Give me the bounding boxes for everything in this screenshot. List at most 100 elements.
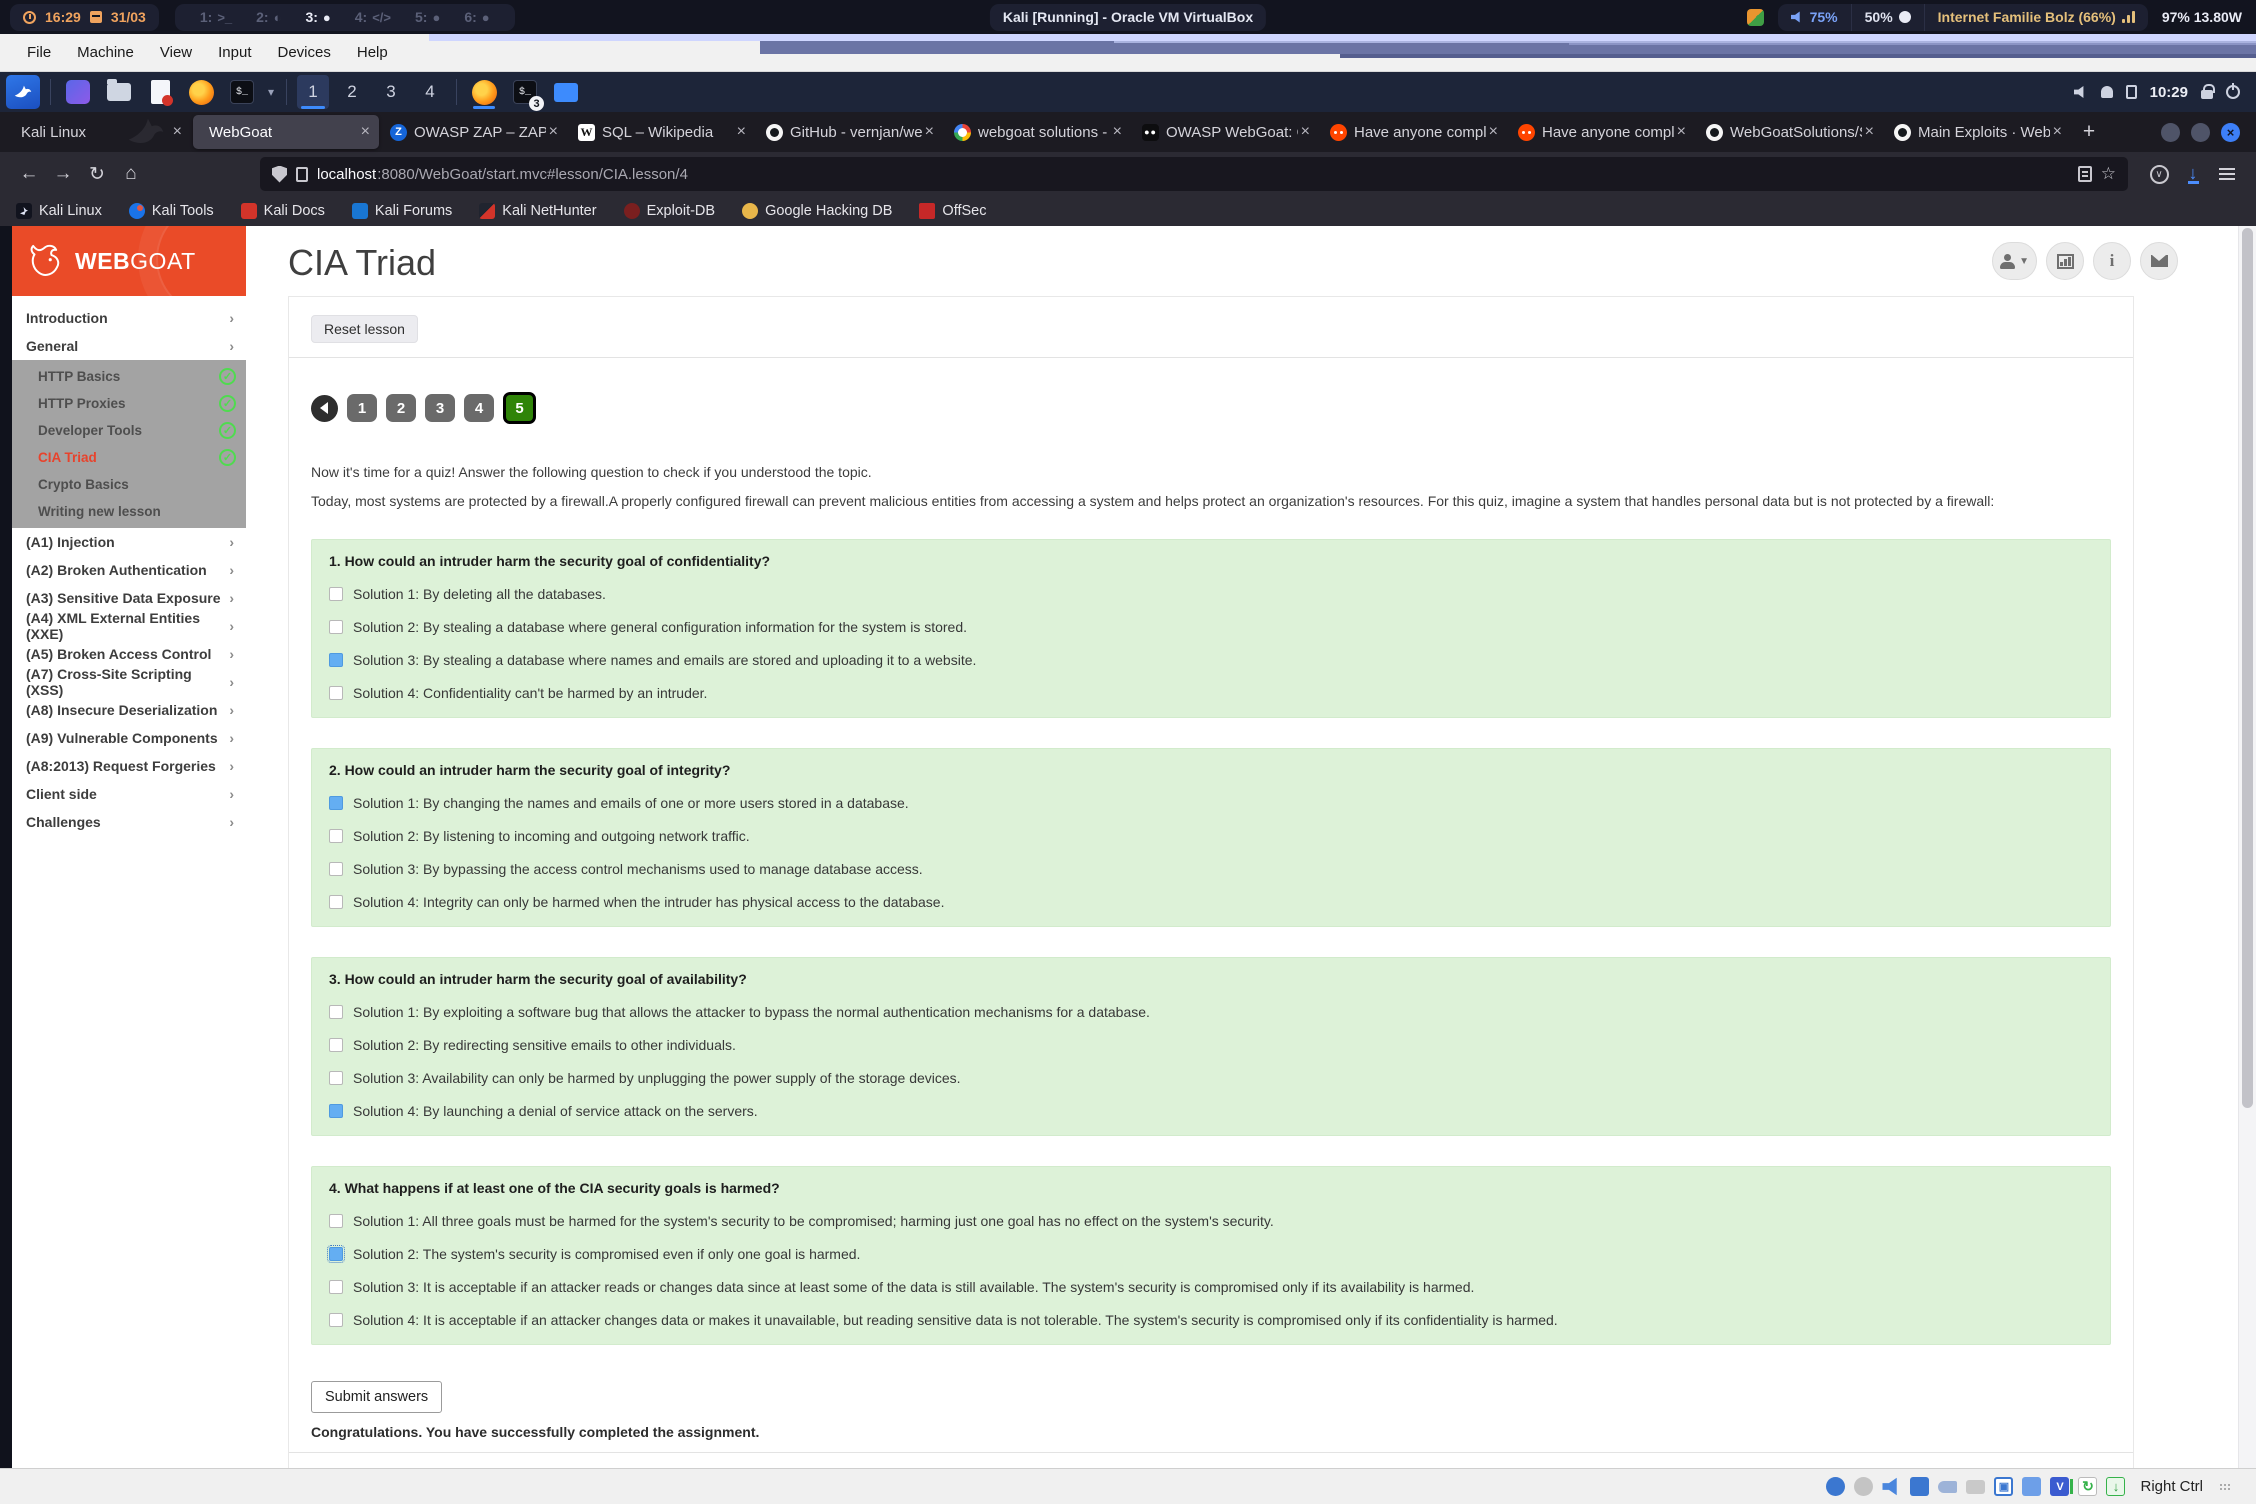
kali-menu-button[interactable] (6, 75, 40, 109)
host-workspace-4[interactable]: 4:</> (343, 9, 403, 25)
sidebar-item-a8-insecure-deserialization[interactable]: (A8) Insecure Deserialization› (12, 696, 246, 724)
tab-webgoat[interactable]: WebGoat× (193, 115, 379, 149)
lock-screen-icon[interactable] (2201, 90, 2213, 99)
tracking-protection-shield-icon[interactable] (272, 166, 287, 183)
sidebar-item-a4-xxe[interactable]: (A4) XML External Entities (XXE)› (12, 612, 246, 640)
quiz-option[interactable]: Solution 1: By deleting all the database… (329, 586, 2093, 602)
checkbox[interactable] (329, 796, 343, 810)
app-launcher-firefox[interactable] (184, 75, 218, 109)
seamless-mode-icon[interactable] (2022, 1477, 2041, 1496)
sidebar-item-a2-broken-authentication[interactable]: (A2) Broken Authentication› (12, 556, 246, 584)
sidebar-item-cia-triad[interactable]: CIA Triad✓ (12, 444, 246, 471)
bookmark-star-icon[interactable]: ☆ (2101, 164, 2116, 184)
keyboard-layout-icon[interactable] (1747, 9, 1764, 26)
shared-folders-icon[interactable] (1966, 1480, 1985, 1494)
taskbar-files-running[interactable] (549, 75, 583, 109)
downloads-icon[interactable]: ↓ (2176, 157, 2210, 191)
menu-machine[interactable]: Machine (64, 34, 147, 71)
checkbox[interactable] (329, 1247, 343, 1261)
sidebar-item-http-proxies[interactable]: HTTP Proxies✓ (12, 390, 246, 417)
bookmark-kali-docs[interactable]: Kali Docs (241, 203, 325, 219)
volume-widget[interactable]: 75% (1778, 4, 1851, 31)
hdd-icon[interactable] (1826, 1477, 1845, 1496)
checkbox[interactable] (329, 829, 343, 843)
notifications-icon[interactable] (2101, 86, 2113, 98)
sidebar-item-writing-new-lesson[interactable]: Writing new lesson✓ (12, 498, 246, 525)
taskbar-firefox-running[interactable] (467, 75, 501, 109)
tab-owasp-webgoat-video[interactable]: ●● OWASP WebGoat: G× (1133, 115, 1319, 149)
quiz-option[interactable]: Solution 3: It is acceptable if an attac… (329, 1279, 2093, 1295)
sidebar-item-a9-vulnerable-components[interactable]: (A9) Vulnerable Components› (12, 724, 246, 752)
bookmark-kali-tools[interactable]: Kali Tools (129, 203, 214, 219)
tab-github-vernjan[interactable]: GitHub - vernjan/we× (757, 115, 943, 149)
pocket-icon[interactable]: ∨ (2142, 157, 2176, 191)
checkbox[interactable] (329, 653, 343, 667)
tab-reddit-2[interactable]: Have anyone comple× (1509, 115, 1695, 149)
back-button[interactable]: ← (12, 157, 46, 191)
tab-close-icon[interactable]: × (1677, 123, 1686, 141)
quiz-option[interactable]: Solution 4: By launching a denial of ser… (329, 1103, 2093, 1119)
reset-lesson-button[interactable]: Reset lesson (311, 315, 418, 343)
page-button-4[interactable]: 4 (464, 394, 494, 422)
previous-page-button[interactable] (311, 395, 338, 422)
tab-close-icon[interactable]: × (1113, 123, 1122, 141)
app-launcher-terminal[interactable]: $_ (225, 75, 259, 109)
minimize-button[interactable] (2161, 123, 2180, 142)
kali-clock[interactable]: 10:29 (2150, 84, 2188, 101)
speaker-icon[interactable] (2074, 86, 2088, 99)
tab-close-icon[interactable]: × (925, 123, 934, 141)
sidebar-item-a3-sensitive-data-exposure[interactable]: (A3) Sensitive Data Exposure› (12, 584, 246, 612)
kali-workspace-4[interactable]: 4 (414, 75, 446, 109)
menu-devices[interactable]: Devices (265, 34, 344, 71)
tab-sql-wikipedia[interactable]: W SQL – Wikipedia× (569, 115, 755, 149)
host-workspace-1[interactable]: 1:>_ (188, 9, 244, 25)
submit-answers-button[interactable]: Submit answers (311, 1381, 442, 1413)
close-window-button[interactable]: × (2221, 123, 2240, 142)
bookmark-kali-nethunter[interactable]: Kali NetHunter (479, 203, 596, 219)
quiz-option[interactable]: Solution 1: By exploiting a software bug… (329, 1004, 2093, 1020)
quiz-option[interactable]: Solution 1: By changing the names and em… (329, 795, 2093, 811)
scoreboard-button[interactable] (2046, 242, 2084, 280)
checkbox[interactable] (329, 1104, 343, 1118)
user-menu-button[interactable]: ▼ (1992, 242, 2037, 280)
tab-close-icon[interactable]: × (549, 123, 558, 141)
quiz-option[interactable]: Solution 1: All three goals must be harm… (329, 1213, 2093, 1229)
checkbox[interactable] (329, 1313, 343, 1327)
tab-close-icon[interactable]: × (1301, 123, 1310, 141)
virtualization-features-icon[interactable]: V (2050, 1477, 2069, 1496)
kali-workspace-1[interactable]: 1 (297, 75, 329, 109)
reader-view-icon[interactable] (2078, 166, 2092, 182)
sidebar-item-general[interactable]: General› (12, 332, 246, 360)
app-launcher-editor[interactable] (143, 75, 177, 109)
reload-button[interactable]: ↻ (80, 157, 114, 191)
kali-workspace-2[interactable]: 2 (336, 75, 368, 109)
page-scrollbar[interactable] (2238, 226, 2256, 1468)
checkbox[interactable] (329, 686, 343, 700)
tab-close-icon[interactable]: × (1865, 123, 1874, 141)
drag-drop-icon[interactable]: ↓ (2106, 1477, 2125, 1496)
tab-close-icon[interactable]: × (2053, 123, 2062, 141)
bookmark-offsec[interactable]: OffSec (919, 203, 986, 219)
maximize-button[interactable] (2191, 123, 2210, 142)
sidebar-item-a8-2013-request-forgeries[interactable]: (A8:2013) Request Forgeries› (12, 752, 246, 780)
quiz-option[interactable]: Solution 4: It is acceptable if an attac… (329, 1312, 2093, 1328)
page-button-1[interactable]: 1 (347, 394, 377, 422)
contact-button[interactable] (2140, 242, 2178, 280)
sidebar-item-a7-xss[interactable]: (A7) Cross-Site Scripting (XSS)› (12, 668, 246, 696)
auto-resize-icon[interactable]: ↻ (2078, 1477, 2097, 1496)
kali-workspace-3[interactable]: 3 (375, 75, 407, 109)
sidebar-item-introduction[interactable]: Introduction› (12, 304, 246, 332)
bookmark-kali-linux[interactable]: Kali Linux (16, 203, 102, 219)
display-icon[interactable]: ▣ (1994, 1477, 2013, 1496)
host-workspace-6[interactable]: 6:● (452, 9, 501, 25)
audio-icon[interactable] (1882, 1477, 1901, 1496)
app-launcher-files[interactable] (102, 75, 136, 109)
menu-hamburger-icon[interactable] (2210, 157, 2244, 191)
taskbar-terminal-running[interactable]: $_3 (508, 75, 542, 109)
checkbox[interactable] (329, 895, 343, 909)
quiz-option[interactable]: Solution 2: By listening to incoming and… (329, 828, 2093, 844)
page-button-2[interactable]: 2 (386, 394, 416, 422)
quiz-option[interactable]: Solution 2: By redirecting sensitive ema… (329, 1037, 2093, 1053)
host-workspace-2[interactable]: 2:◐ (244, 9, 293, 25)
resize-grip[interactable] (2220, 1484, 2230, 1490)
